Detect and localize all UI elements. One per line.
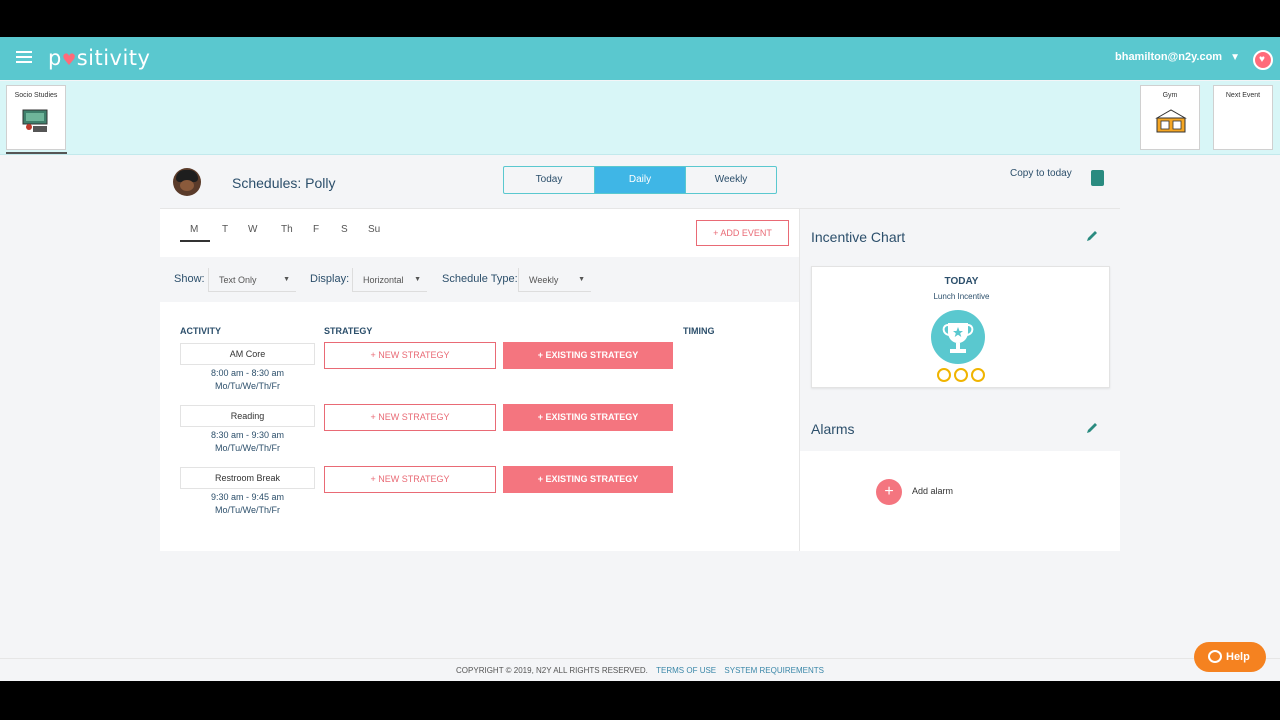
day-tab-friday[interactable]: F	[313, 224, 319, 240]
day-tab-saturday[interactable]: S	[341, 224, 348, 240]
event-card-next-event[interactable]: Next Event	[1213, 85, 1273, 150]
hamburger-menu-icon[interactable]	[16, 51, 32, 65]
logo-heart-icon: ♥	[61, 50, 77, 69]
caret-down-icon: ▼	[414, 276, 421, 283]
token-circle	[954, 368, 968, 382]
activity-time: 8:00 am - 8:30 am	[210, 368, 285, 378]
existing-strategy-button[interactable]: + EXISTING STRATEGY	[503, 404, 673, 431]
display-select[interactable]: Horizontal ▼	[352, 268, 427, 292]
schedule-type-select[interactable]: Weekly ▼	[518, 268, 591, 292]
app-logo[interactable]: p♥sitivity	[48, 46, 150, 70]
day-tab-wednesday[interactable]: W	[248, 224, 257, 240]
event-card-label: Next Event	[1225, 92, 1261, 99]
help-button[interactable]: Help	[1194, 642, 1266, 672]
schedule-type-label: Schedule Type:	[442, 273, 518, 285]
activity-days: Mo/Tu/We/Th/Fr	[214, 505, 280, 515]
show-label: Show:	[174, 273, 205, 285]
user-menu[interactable]: bhamilton@n2y.com ▼	[1115, 51, 1240, 63]
classroom-icon	[22, 109, 48, 132]
add-event-button[interactable]: + ADD EVENT	[696, 220, 789, 246]
user-avatar-icon[interactable]	[1253, 50, 1273, 70]
active-event-underline	[6, 152, 67, 154]
day-tab-tuesday[interactable]: T	[222, 224, 228, 240]
edit-pencil-icon[interactable]	[1085, 421, 1099, 435]
logo-suffix: sitivity	[76, 46, 151, 70]
tab-daily[interactable]: Daily	[595, 167, 686, 193]
alarms-title: Alarms	[811, 421, 855, 437]
existing-strategy-button[interactable]: + EXISTING STRATEGY	[503, 466, 673, 493]
new-strategy-button[interactable]: + NEW STRATEGY	[324, 466, 496, 493]
caret-down-icon: ▼	[578, 276, 585, 283]
day-tab-thursday[interactable]: Th	[281, 224, 293, 240]
chat-bubble-icon	[1208, 650, 1222, 663]
student-avatar	[173, 168, 201, 196]
gym-building-icon	[1155, 109, 1187, 133]
activity-name[interactable]: Reading	[180, 405, 315, 427]
event-card-label: Socio Studies	[14, 92, 58, 99]
show-value: Text Only	[219, 275, 257, 285]
token-circle	[971, 368, 985, 382]
new-strategy-button[interactable]: + NEW STRATEGY	[324, 342, 496, 369]
column-header-strategy: STRATEGY	[324, 326, 373, 336]
alarms-body: + Add alarm	[800, 451, 1120, 551]
column-header-activity: ACTIVITY	[180, 326, 222, 336]
filter-bar: Show: Text Only ▼ Display: Horizontal ▼ Sc…	[160, 257, 799, 302]
existing-strategy-button[interactable]: + EXISTING STRATEGY	[503, 342, 673, 369]
right-sidebar: Incentive Chart TODAY Lunch Incentive Al…	[799, 209, 1120, 551]
new-strategy-button[interactable]: + NEW STRATEGY	[324, 404, 496, 431]
chevron-down-icon: ▼	[1230, 52, 1240, 63]
help-label: Help	[1226, 651, 1250, 663]
incentive-name: Lunch Incentive	[933, 292, 990, 301]
user-email: bhamilton@n2y.com	[1115, 51, 1223, 63]
view-tabs: Today Daily Weekly	[503, 166, 777, 194]
edit-pencil-icon[interactable]	[1085, 229, 1099, 243]
incentive-chart-title: Incentive Chart	[811, 229, 906, 245]
token-circle	[937, 368, 951, 382]
tab-today[interactable]: Today	[504, 167, 595, 193]
day-tab-monday[interactable]: M	[180, 224, 210, 242]
column-header-timing: TIMING	[683, 326, 715, 336]
event-strip: Socio Studies Gym Next Event	[0, 81, 1280, 155]
add-alarm-button[interactable]: +	[876, 479, 902, 505]
event-card-gym[interactable]: Gym	[1140, 85, 1200, 150]
copy-icon[interactable]	[1088, 170, 1104, 189]
top-bar: p♥sitivity bhamilton@n2y.com ▼	[0, 37, 1280, 80]
activity-name[interactable]: Restroom Break	[180, 467, 315, 489]
trophy-icon	[931, 310, 985, 364]
terms-of-use-link[interactable]: TERMS OF USE	[656, 666, 716, 675]
incentive-tokens	[937, 368, 985, 382]
schedule-header: Schedules: Polly Today Daily Weekly Copy…	[160, 156, 1120, 209]
schedule-type-value: Weekly	[529, 275, 559, 285]
app-frame: p♥sitivity bhamilton@n2y.com ▼ Socio Stud…	[0, 37, 1280, 681]
day-tab-sunday[interactable]: Su	[368, 224, 380, 240]
activity-time: 8:30 am - 9:30 am	[210, 430, 285, 440]
show-select[interactable]: Text Only ▼	[208, 268, 296, 292]
page-title: Schedules: Polly	[232, 175, 336, 191]
activity-days: Mo/Tu/We/Th/Fr	[214, 381, 280, 391]
tab-weekly[interactable]: Weekly	[686, 167, 776, 193]
activity-name[interactable]: AM Core	[180, 343, 315, 365]
activity-days: Mo/Tu/We/Th/Fr	[214, 443, 280, 453]
footer: COPYRIGHT © 2019, N2Y ALL RIGHTS RESERVE…	[0, 658, 1280, 681]
copy-to-today-link[interactable]: Copy to today	[1010, 168, 1072, 179]
caret-down-icon: ▼	[283, 276, 290, 283]
copyright-text: COPYRIGHT © 2019, N2Y ALL RIGHTS RESERVE…	[456, 666, 648, 675]
incentive-today-label: TODAY	[944, 276, 979, 287]
schedule-panel: Schedules: Polly Today Daily Weekly Copy…	[160, 156, 1120, 551]
activity-time: 9:30 am - 9:45 am	[210, 492, 285, 502]
display-label: Display:	[310, 273, 350, 285]
logo-prefix: p	[48, 46, 62, 70]
incentive-card[interactable]: TODAY Lunch Incentive	[811, 266, 1110, 388]
display-value: Horizontal	[363, 275, 404, 285]
system-requirements-link[interactable]: SYSTEM REQUIREMENTS	[724, 666, 824, 675]
add-alarm-label[interactable]: Add alarm	[912, 486, 953, 496]
event-card-label: Gym	[1162, 92, 1178, 99]
event-card-social-studies[interactable]: Socio Studies	[6, 85, 66, 150]
